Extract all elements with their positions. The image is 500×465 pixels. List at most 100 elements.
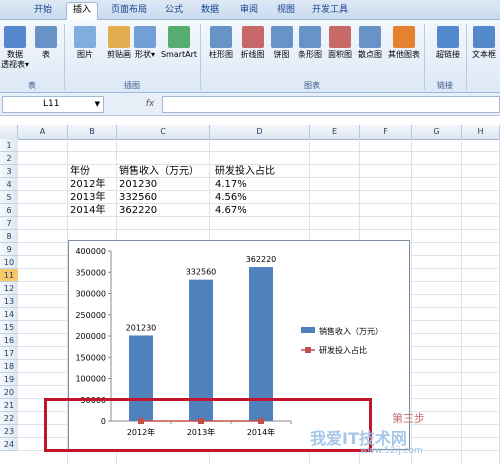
row-header-8[interactable]: 8 [0, 230, 18, 243]
cell-b5[interactable]: 2013年 [70, 191, 105, 204]
tab-4[interactable]: 数据 [196, 3, 224, 19]
ribbon-button-label: 条形图 [298, 50, 322, 59]
tab-3[interactable]: 公式 [160, 3, 188, 19]
select-all-corner[interactable] [0, 125, 18, 139]
group-label-table: 表 [28, 81, 36, 90]
tab-0[interactable]: 开始 [28, 3, 58, 19]
ribbon-button-2[interactable]: 图片 [70, 24, 100, 76]
column-header-g[interactable]: G [412, 125, 462, 139]
ribbon-button-label: 柱形图 [209, 50, 233, 59]
ribbon-button-9[interactable]: 条形图 [295, 24, 325, 76]
ribbon-button-11[interactable]: 散点图 [355, 24, 385, 76]
column-header-c[interactable]: C [117, 125, 210, 139]
row-header-7[interactable]: 7 [0, 217, 18, 230]
row-header-6[interactable]: 6 [0, 204, 18, 217]
row-header-12[interactable]: 12 [0, 282, 18, 295]
y-tick-label: 200000 [75, 332, 106, 341]
tab-6[interactable]: 视图 [271, 3, 301, 19]
name-box[interactable]: L11 ▼ [2, 96, 104, 113]
watermark-url: www.52ij.com [360, 446, 423, 456]
hyperlink-icon [437, 26, 459, 48]
ribbon-button-label: SmartArt [160, 50, 198, 59]
ribbon-button-label: 数据 透视表▾ [0, 50, 29, 69]
ribbon-button-label: 超链接 [436, 50, 460, 59]
watermark-stamp: 第三步 [392, 412, 425, 425]
y-tick-label: 400000 [75, 247, 106, 256]
ribbon-button-7[interactable]: 折线图 [237, 24, 268, 76]
pie-chart-icon [270, 26, 293, 48]
formula-input[interactable] [162, 96, 500, 113]
row-header-3[interactable]: 3 [0, 165, 18, 178]
ribbon-button-13[interactable]: 超链接 [430, 24, 466, 76]
row-header-14[interactable]: 14 [0, 308, 18, 321]
row-header-11[interactable]: 11 [0, 269, 18, 282]
tab-2[interactable]: 页面布局 [106, 3, 152, 19]
tab-5[interactable]: 审阅 [234, 3, 264, 19]
group-separator [466, 24, 467, 90]
textbox-icon [473, 26, 495, 48]
ribbon-button-0[interactable]: 数据 透视表▾ [0, 24, 30, 76]
row-header-16[interactable]: 16 [0, 334, 18, 347]
cell-b3[interactable]: 年份 [70, 165, 90, 178]
ribbon-button-10[interactable]: 面积图 [325, 24, 355, 76]
row-header-23[interactable]: 23 [0, 425, 18, 438]
legend-label-0: 销售收入（万元） [319, 326, 383, 336]
cell-d4[interactable]: 4.17% [215, 178, 247, 191]
shapes-icon [134, 26, 156, 48]
row-header-1[interactable]: 1 [0, 139, 18, 152]
row-header-19[interactable]: 19 [0, 373, 18, 386]
cell-b6[interactable]: 2014年 [70, 204, 105, 217]
ribbon-button-3[interactable]: 剪贴画 [104, 24, 134, 76]
row-header-15[interactable]: 15 [0, 321, 18, 334]
y-tick-label: 250000 [75, 311, 106, 320]
row-header-10[interactable]: 10 [0, 256, 18, 269]
function-icon[interactable]: fx [140, 97, 160, 111]
cell-b4[interactable]: 2012年 [70, 178, 105, 191]
ribbon-button-6[interactable]: 柱形图 [205, 24, 237, 76]
row-header-21[interactable]: 21 [0, 399, 18, 412]
clip-art-icon [108, 26, 130, 48]
row-header-2[interactable]: 2 [0, 152, 18, 165]
row-header-13[interactable]: 13 [0, 295, 18, 308]
cell-d6[interactable]: 4.67% [215, 204, 247, 217]
ribbon-button-label: 散点图 [358, 50, 382, 59]
row-header-22[interactable]: 22 [0, 412, 18, 425]
ribbon-button-1[interactable]: 表 [32, 24, 60, 76]
row-header-17[interactable]: 17 [0, 347, 18, 360]
cell-c6[interactable]: 362220 [119, 204, 157, 217]
ribbon-button-5[interactable]: SmartArt [160, 24, 198, 76]
ribbon-button-label: 折线图 [240, 50, 265, 59]
column-header-b[interactable]: B [68, 125, 117, 139]
name-box-value: L11 [43, 99, 60, 109]
row-header-5[interactable]: 5 [0, 191, 18, 204]
column-header-h[interactable]: H [462, 125, 500, 139]
row-header-18[interactable]: 18 [0, 360, 18, 373]
bar-data-label: 332560 [186, 268, 217, 277]
ribbon-button-label: 形状▾ [134, 50, 155, 59]
smartart-icon [168, 26, 190, 48]
legend-swatch-0 [301, 327, 315, 333]
ribbon-button-4[interactable]: 形状▾ [132, 24, 158, 76]
ribbon-button-14[interactable]: 文本框 [468, 24, 500, 76]
row-header-9[interactable]: 9 [0, 243, 18, 256]
column-header-d[interactable]: D [210, 125, 310, 139]
ribbon-button-12[interactable]: 其他图表 [385, 24, 423, 76]
row-header-24[interactable]: 24 [0, 438, 18, 451]
column-header-a[interactable]: A [18, 125, 68, 139]
tab-1[interactable]: 插入 [66, 2, 98, 21]
cell-c3[interactable]: 销售收入（万元） [119, 165, 199, 178]
cell-d5[interactable]: 4.56% [215, 191, 247, 204]
chevron-down-icon[interactable]: ▼ [95, 97, 100, 112]
row-header-4[interactable]: 4 [0, 178, 18, 191]
ribbon-button-8[interactable]: 饼图 [268, 24, 295, 76]
y-tick-label: 350000 [75, 268, 106, 277]
column-header-e[interactable]: E [310, 125, 360, 139]
column-header-f[interactable]: F [360, 125, 412, 139]
y-tick-label: 300000 [75, 290, 106, 299]
cell-c4[interactable]: 201230 [119, 178, 157, 191]
line-chart-icon [241, 26, 264, 48]
cell-c5[interactable]: 332560 [119, 191, 157, 204]
cell-d3[interactable]: 研发投入占比 [215, 165, 275, 178]
tab-7[interactable]: 开发工具 [310, 3, 350, 19]
row-header-20[interactable]: 20 [0, 386, 18, 399]
